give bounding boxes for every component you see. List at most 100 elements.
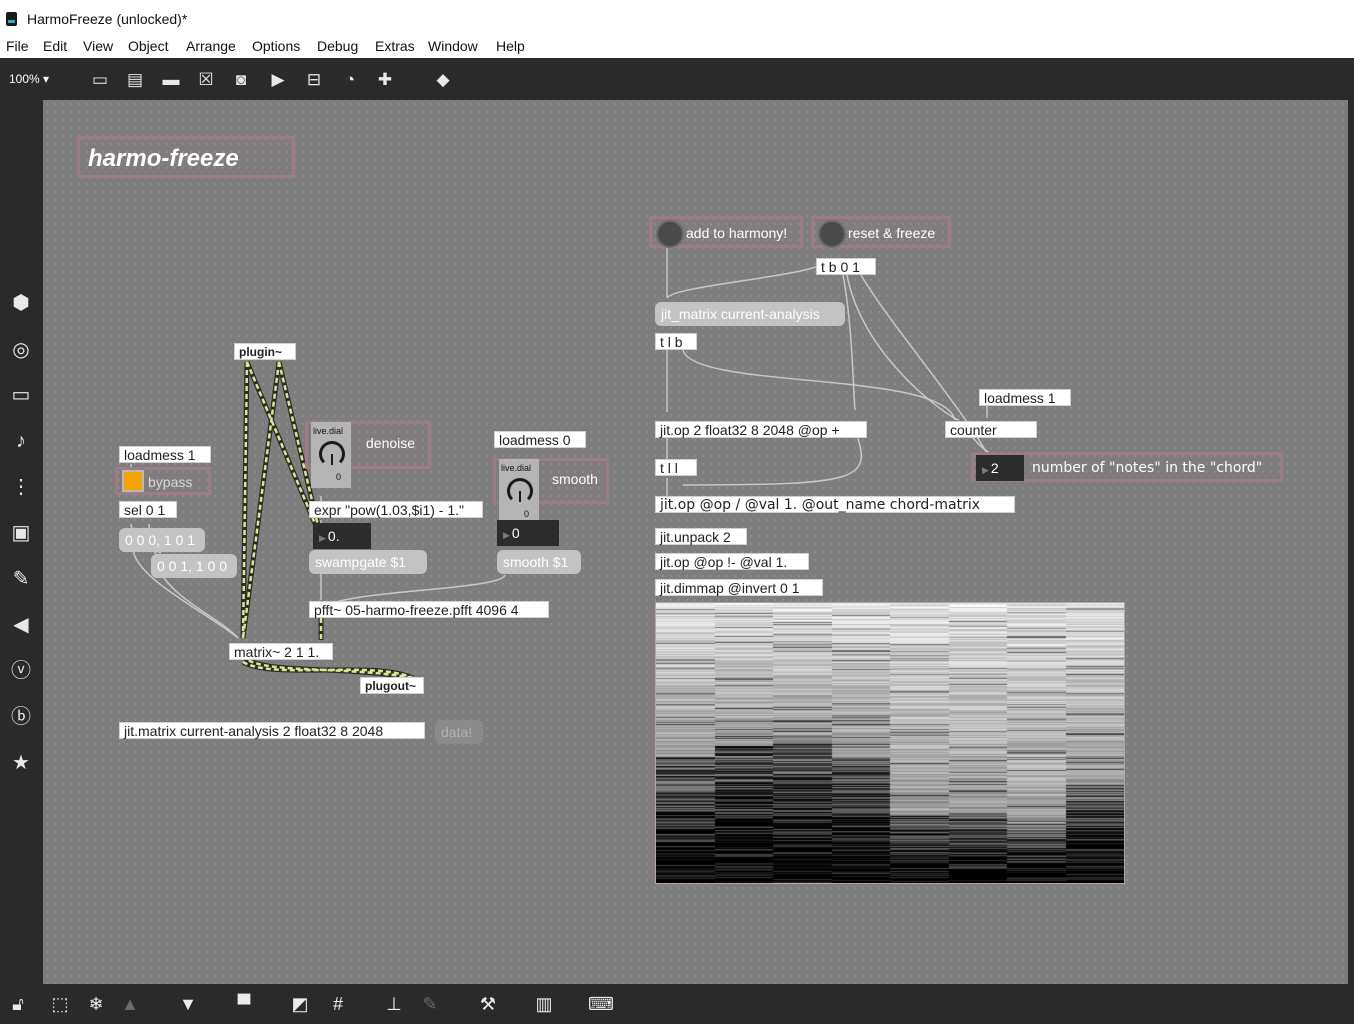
button-icon[interactable]: ◙ xyxy=(230,69,252,91)
data-message[interactable]: data! xyxy=(435,720,483,744)
dial-needle xyxy=(519,491,521,502)
trigger-l-l-object[interactable]: t l l xyxy=(655,459,697,476)
plug-icon[interactable]: ◀ xyxy=(8,612,34,638)
plugout-object[interactable]: plugout~ xyxy=(360,677,424,694)
bypass-comment: bypass xyxy=(148,474,193,490)
trigger-b-0-1-object[interactable]: t b 0 1 xyxy=(816,258,876,275)
align-icon[interactable]: ◩ xyxy=(288,992,312,1016)
package-icon[interactable]: ⬢ xyxy=(8,290,34,316)
loadmess-1-object[interactable]: loadmess 1 xyxy=(119,446,211,463)
loadmess-1-right-object[interactable]: loadmess 1 xyxy=(979,389,1071,406)
presentation-icon[interactable]: ▭ xyxy=(89,69,111,91)
counter-object[interactable]: counter xyxy=(945,421,1037,438)
title-bar: HarmoFreeze (unlocked)* xyxy=(0,0,1354,36)
connect-icon[interactable]: ✎ xyxy=(418,992,442,1016)
patcher-canvas[interactable]: harmo-freeze plugin~ loadmess 1 bypass s… xyxy=(43,100,1348,984)
toolbar: 100% ▾ ▭ ▤ ▬ ☒ ◙ ▶ ⊟ ◔ ✚ ◆ xyxy=(0,58,1354,100)
notes-number-box[interactable]: 2 xyxy=(976,455,1024,481)
right-edge xyxy=(1348,100,1354,984)
dial-value: 0 xyxy=(336,472,342,482)
grid-icon[interactable]: # xyxy=(326,992,350,1016)
menu-arrange[interactable]: Arrange xyxy=(186,38,236,54)
notes-comment: number of "notes" in the "chord" xyxy=(1032,460,1263,476)
toggle-icon[interactable]: ☒ xyxy=(195,69,217,91)
jit-dimmap-object[interactable]: jit.dimmap @invert 0 1 xyxy=(655,579,823,596)
audio-icon[interactable]: ◎ xyxy=(8,337,34,363)
lock-icon[interactable]: 🔓︎ xyxy=(6,992,30,1016)
jit-op-add-object[interactable]: jit.op 2 float32 8 2048 @op + xyxy=(655,421,867,438)
reset-freeze-button[interactable] xyxy=(818,220,846,248)
menu-edit[interactable]: Edit xyxy=(43,38,67,54)
swampgate-message[interactable]: swampgate $1 xyxy=(309,550,427,574)
video-icon[interactable]: ▭ xyxy=(8,382,34,408)
matrix-object[interactable]: matrix~ 2 1 1. xyxy=(229,643,333,660)
add-harmony-button[interactable] xyxy=(656,220,684,248)
jit-unpack-object[interactable]: jit.unpack 2 xyxy=(655,528,747,545)
number-box-int[interactable]: 0 xyxy=(497,520,559,546)
slider-icon[interactable]: ⊟ xyxy=(303,69,325,91)
add-harmony-comment: add to harmony! xyxy=(686,225,788,241)
jit-pwindow[interactable] xyxy=(655,602,1125,884)
select-icon[interactable]: ⬚ xyxy=(48,992,72,1016)
menu-view[interactable]: View xyxy=(83,38,113,54)
title-frame: harmo-freeze xyxy=(77,136,295,178)
expr-object[interactable]: expr "pow(1.03,$i1) - 1." xyxy=(309,501,483,518)
window-title: HarmoFreeze (unlocked)* xyxy=(27,11,188,27)
bypass-toggle[interactable] xyxy=(122,470,144,492)
freeze-icon[interactable]: ❄ xyxy=(84,992,108,1016)
patch-title: harmo-freeze xyxy=(88,145,239,172)
jit-matrix-object[interactable]: jit.matrix current-analysis 2 float32 8 … xyxy=(119,722,425,739)
wrench-icon[interactable]: ⚒ xyxy=(476,992,500,1016)
denoise-comment: denoise xyxy=(366,435,416,451)
star-icon[interactable]: ★ xyxy=(8,750,34,776)
loadmess-0-object[interactable]: loadmess 0 xyxy=(494,431,586,448)
jit-matrix-message[interactable]: jit_matrix current-analysis xyxy=(655,302,845,326)
music-icon[interactable]: ♪ xyxy=(8,428,34,454)
number-box-float[interactable]: 0. xyxy=(313,523,371,549)
image-icon[interactable]: ▣ xyxy=(8,520,34,546)
dial-icon[interactable]: ◔ xyxy=(339,69,361,91)
denoise-dial[interactable]: live.dial 0 xyxy=(311,422,351,488)
menu-options[interactable]: Options xyxy=(252,38,300,54)
play-icon[interactable]: ▶ xyxy=(267,69,289,91)
comment-icon[interactable]: ▬ xyxy=(160,69,182,91)
reset-freeze-comment: reset & freeze xyxy=(848,225,936,241)
plugin-object[interactable]: plugin~ xyxy=(234,343,296,360)
keyboard-icon[interactable]: ⌨ xyxy=(588,992,614,1016)
menu-file[interactable]: File xyxy=(6,38,29,54)
menu-object[interactable]: Object xyxy=(128,38,168,54)
reset-freeze-frame: reset & freeze xyxy=(811,216,951,248)
add-harmony-frame: add to harmony! xyxy=(649,216,803,248)
spectrum-display xyxy=(656,603,1124,883)
zoom-dropdown[interactable]: 100% ▾ xyxy=(9,72,49,86)
menu-help[interactable]: Help xyxy=(496,38,525,54)
smooth-dial[interactable]: live.dial 0 xyxy=(499,459,539,525)
add-object-icon[interactable]: ✚ xyxy=(374,69,396,91)
presentation-icon[interactable]: ▼ xyxy=(176,992,200,1016)
message-box-b[interactable]: 0 0 1, 1 0 0 xyxy=(151,554,237,578)
message-box-a[interactable]: 0 0 0, 1 0 1 xyxy=(119,528,205,552)
layers-icon[interactable]: ▀ xyxy=(232,992,256,1016)
menu-debug[interactable]: Debug xyxy=(317,38,358,54)
sequence-icon[interactable]: ⋮ xyxy=(8,474,34,500)
dial-label: live.dial xyxy=(313,426,344,436)
pfft-object[interactable]: pfft~ 05-harmo-freeze.pfft 4096 4 xyxy=(309,601,549,618)
attachment-icon[interactable]: ✎ xyxy=(8,566,34,592)
sel-object[interactable]: sel 0 1 xyxy=(119,501,177,518)
tree-icon[interactable]: ⊥ xyxy=(382,992,406,1016)
jit-op-divide-object[interactable]: jit.op @op / @val 1. @out_name chord-mat… xyxy=(655,496,1015,513)
notes-frame: 2 number of "notes" in the "chord" xyxy=(971,452,1283,482)
smooth-message[interactable]: smooth $1 xyxy=(497,550,581,574)
jit-op-invert-object[interactable]: jit.op @op !- @val 1. xyxy=(655,553,809,570)
warning-icon[interactable]: ▲ xyxy=(118,992,142,1016)
b-icon[interactable]: ⓑ xyxy=(8,704,34,730)
menu-extras[interactable]: Extras xyxy=(375,38,415,54)
menu-bar: File Edit View Object Arrange Options De… xyxy=(0,36,1354,58)
menu-window[interactable]: Window xyxy=(428,38,478,54)
paint-bucket-icon[interactable]: ◆ xyxy=(432,69,454,91)
trigger-l-b-object[interactable]: t l b xyxy=(655,333,697,350)
piano-icon[interactable]: ▥ xyxy=(532,992,556,1016)
dial-value: 0 xyxy=(524,509,530,519)
message-icon[interactable]: ▤ xyxy=(124,69,146,91)
v-icon[interactable]: ⓥ xyxy=(8,658,34,684)
